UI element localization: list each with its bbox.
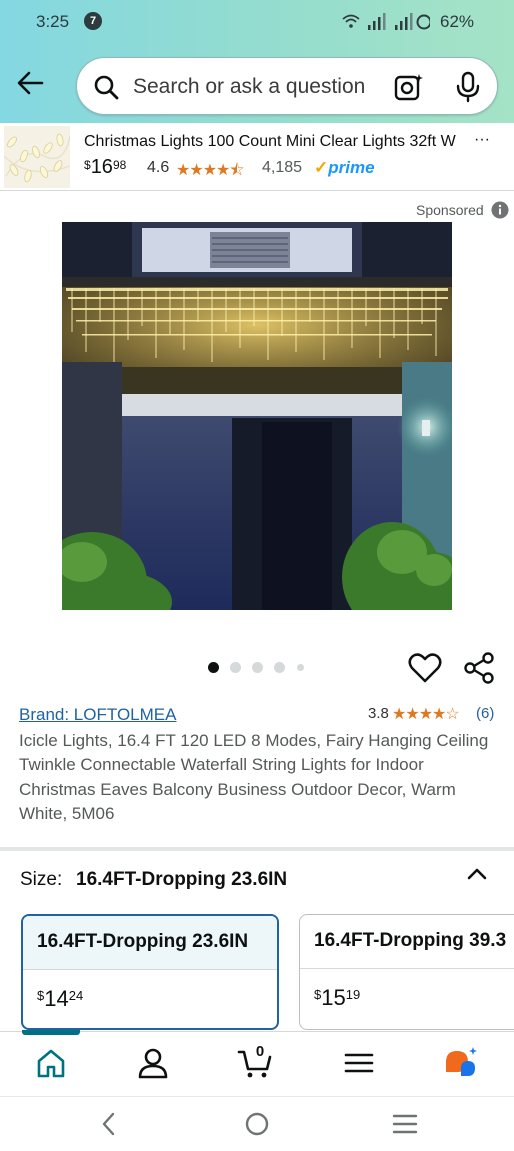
star-rating-icon[interactable]: ★★★★☆	[392, 704, 460, 724]
camera-lens-icon[interactable]	[393, 72, 425, 102]
prime-check-icon: ✓	[314, 158, 329, 177]
carousel-dot[interactable]	[274, 662, 285, 673]
search-bar[interactable]	[76, 57, 498, 115]
sponsored-product-title[interactable]: Christmas Lights 100 Count Mini Clear Li…	[84, 133, 464, 151]
size-option-price: $1519	[314, 985, 360, 1011]
menu-icon[interactable]	[341, 1046, 377, 1080]
price-currency: $	[84, 158, 91, 172]
info-icon[interactable]	[491, 201, 509, 219]
price-fraction: 24	[68, 988, 84, 1003]
size-option-price: $1424	[37, 986, 83, 1012]
section-divider	[0, 847, 514, 851]
size-option-header: 16.4FT-Dropping 23.6IN	[23, 916, 277, 970]
title-ellipsis: ···	[474, 131, 490, 148]
search-icon	[94, 75, 119, 100]
size-option-card[interactable]: 16.4FT-Dropping 23.6IN $1424	[21, 914, 279, 1030]
prime-badge: ✓prime	[314, 158, 375, 178]
price-currency: $	[37, 988, 45, 1003]
price-fraction: 19	[345, 987, 361, 1002]
microphone-icon[interactable]	[453, 71, 483, 103]
cart-count-badge: 0	[255, 1043, 265, 1060]
carousel-dot[interactable]	[297, 664, 304, 671]
sponsored-review-count: 4,185	[262, 159, 303, 176]
price-whole: 16	[90, 156, 113, 178]
carousel-dot[interactable]	[208, 662, 219, 673]
system-back-icon[interactable]	[94, 1110, 124, 1138]
price-whole: 14	[44, 986, 69, 1011]
system-navigation-bar	[0, 1096, 514, 1151]
price-currency: $	[314, 987, 322, 1002]
size-option-name: 16.4FT-Dropping 39.3	[314, 930, 507, 951]
size-option-header: 16.4FT-Dropping 39.3	[300, 915, 514, 969]
rufus-assistant-icon[interactable]	[443, 1046, 479, 1080]
battery-percentage: 62%	[440, 12, 475, 31]
product-rating-value[interactable]: 3.8	[368, 705, 389, 722]
star-rating-icon: ★★★★⯪	[176, 162, 245, 179]
price-whole: 15	[321, 985, 346, 1010]
sponsored-product-price: $1698	[84, 156, 126, 179]
brand-link[interactable]: Brand: LOFTOLMEA	[19, 705, 176, 725]
prime-label: prime	[328, 158, 375, 177]
heart-icon[interactable]	[408, 652, 442, 684]
account-icon[interactable]	[135, 1046, 171, 1080]
sponsored-product-thumbnail[interactable]	[4, 126, 70, 188]
home-icon[interactable]	[33, 1046, 69, 1080]
status-time: 3:25	[36, 12, 70, 31]
search-input[interactable]	[133, 72, 393, 102]
carousel-dot[interactable]	[230, 662, 241, 673]
product-title: Icicle Lights, 16.4 FT 120 LED 8 Modes, …	[19, 731, 489, 823]
system-home-icon[interactable]	[242, 1110, 272, 1138]
system-recents-icon[interactable]	[390, 1110, 420, 1138]
review-count-link[interactable]: (6)	[476, 705, 494, 722]
chevron-up-icon[interactable]	[464, 862, 490, 886]
price-fraction: 98	[112, 158, 127, 172]
sponsored-product-bar[interactable]: Christmas Lights 100 Count Mini Clear Li…	[0, 123, 514, 191]
product-image[interactable]	[62, 222, 452, 610]
back-arrow-icon[interactable]	[14, 66, 48, 100]
nav-active-indicator	[22, 1030, 80, 1035]
sponsored-product-rating: 4.6	[147, 159, 170, 176]
size-option-card[interactable]: 16.4FT-Dropping 39.3 $1519	[299, 914, 514, 1030]
carousel-dot[interactable]	[252, 662, 263, 673]
sponsored-label: Sponsored	[416, 202, 484, 218]
bottom-navigation	[0, 1030, 514, 1095]
image-carousel-indicator[interactable]	[208, 662, 308, 674]
signal-wifi-icons	[342, 13, 430, 30]
size-option-name: 16.4FT-Dropping 23.6IN	[37, 931, 249, 952]
status-bar: 3:25 7 62%	[0, 0, 514, 44]
selected-size-value: 16.4FT-Dropping 23.6IN	[76, 869, 288, 890]
notification-count-badge: 7	[84, 12, 102, 30]
size-label: Size:	[20, 869, 63, 890]
share-icon[interactable]	[462, 652, 496, 684]
